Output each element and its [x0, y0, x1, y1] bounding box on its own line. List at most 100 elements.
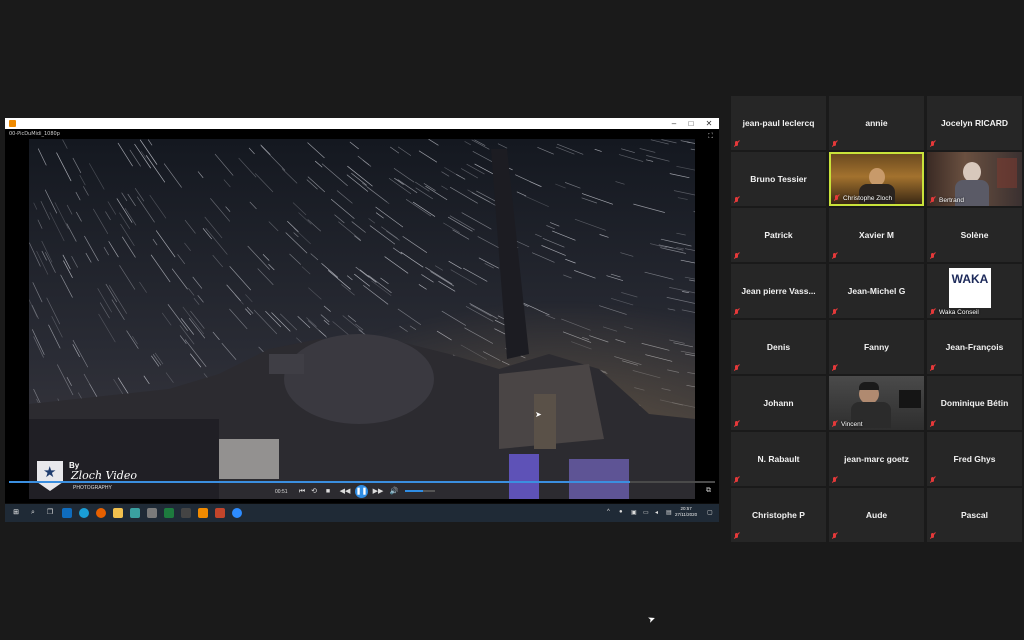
notifications-icon[interactable]: ▢ — [707, 509, 713, 516]
participant-name: Aude — [865, 510, 888, 520]
muted-mic-icon — [734, 309, 740, 315]
app-icon[interactable] — [181, 508, 191, 518]
participant-tile[interactable]: Dominique Bétin — [927, 376, 1022, 430]
participant-tile[interactable]: Xavier M — [829, 208, 924, 262]
app-icon[interactable] — [130, 508, 140, 518]
star-glyph: ★ — [43, 464, 57, 481]
participant-name: Christophe Zloch — [843, 195, 893, 202]
participant-tile[interactable]: Solène — [927, 208, 1022, 262]
participant-gallery: jean-paul leclercq annie Jocelyn RICARD Bru… — [731, 96, 1022, 544]
firefox-icon[interactable] — [96, 508, 106, 518]
microphone-tray-icon[interactable]: ● — [619, 509, 623, 515]
participant-tile[interactable]: annie — [829, 96, 924, 150]
participant-tile[interactable]: Vincent — [829, 376, 924, 430]
participant-tile[interactable]: jean-paul leclercq — [731, 96, 826, 150]
participant-tile[interactable]: N. Rabault — [731, 432, 826, 486]
excel-icon[interactable] — [164, 508, 174, 518]
shuffle-button[interactable]: ⟲ — [309, 487, 319, 496]
seek-bar[interactable] — [9, 481, 715, 483]
participant-tile[interactable]: Fred Ghys — [927, 432, 1022, 486]
participant-tile[interactable]: Fanny — [829, 320, 924, 374]
participant-name: Fanny — [863, 342, 890, 352]
next-button[interactable]: ▶▶ — [371, 487, 385, 496]
zoom-icon[interactable] — [232, 508, 242, 518]
close-button[interactable]: ✕ — [702, 118, 716, 129]
participant-tile[interactable]: Jocelyn RICARD — [927, 96, 1022, 150]
muted-mic-icon — [832, 309, 838, 315]
volume-level — [405, 490, 423, 492]
video-frame[interactable]: ★ By Zloch Video PHOTOGRAPHY ➤ — [29, 139, 695, 499]
volume-tray-icon[interactable]: ◂ — [655, 509, 658, 516]
participant-tile[interactable]: Patrick — [731, 208, 826, 262]
maximize-button[interactable]: □ — [684, 118, 698, 129]
muted-mic-icon — [834, 195, 840, 201]
muted-mic-icon — [832, 253, 838, 259]
participant-name: Dominique Bétin — [940, 398, 1009, 408]
app-icon[interactable] — [147, 508, 157, 518]
muted-mic-icon — [734, 477, 740, 483]
app-icon[interactable] — [215, 508, 225, 518]
participant-tile[interactable]: Jean-Michel G — [829, 264, 924, 318]
stop-button[interactable]: ■ — [323, 487, 333, 496]
pause-button[interactable]: ❚❚ — [355, 485, 368, 498]
participant-tile[interactable]: Bertrand — [927, 152, 1022, 206]
extended-settings-icon[interactable]: ⧉ — [706, 487, 711, 495]
participant-tile[interactable]: Aude — [829, 488, 924, 542]
muted-mic-icon — [734, 365, 740, 371]
participant-name: annie — [865, 118, 888, 128]
participant-name: Vincent — [841, 421, 863, 428]
participant-tile[interactable]: Bruno Tessier — [731, 152, 826, 206]
muted-mic-icon — [734, 253, 740, 259]
tray-app-icon[interactable]: ▣ — [631, 509, 637, 516]
zoom-meeting-window: – □ ✕ 00-PicDuMidi_1080p ⛶ ★ By Zloch Vi… — [0, 0, 1024, 640]
previous-button[interactable]: ◀◀ — [338, 487, 352, 496]
participant-tile[interactable]: Christophe P — [731, 488, 826, 542]
edge-icon[interactable] — [79, 508, 89, 518]
tray-chevron-icon[interactable]: ^ — [607, 509, 610, 515]
vlc-icon[interactable] — [198, 508, 208, 518]
muted-mic-icon — [832, 365, 838, 371]
start-icon[interactable]: ⊞ — [11, 508, 21, 518]
participant-name: Waka Conseil — [939, 309, 979, 316]
participant-tile[interactable]: Christophe Zloch — [829, 152, 924, 206]
muted-mic-icon — [930, 477, 936, 483]
participant-tile[interactable]: Pascal — [927, 488, 1022, 542]
participant-name: Xavier M — [859, 230, 894, 240]
minimize-button[interactable]: – — [667, 118, 681, 129]
participant-tile[interactable]: Johann — [731, 376, 826, 430]
volume-icon[interactable]: 🔊 — [389, 487, 399, 496]
participant-name: N. Rabault — [757, 454, 800, 464]
participant-name: jean-marc goetz — [844, 454, 909, 464]
participant-tile[interactable]: Jean-François — [927, 320, 1022, 374]
participant-tile[interactable]: WAKA Waka Conseil — [927, 264, 1022, 318]
volume-slider[interactable] — [405, 490, 435, 492]
waka-logo: WAKA — [949, 268, 991, 308]
outlook-icon[interactable] — [62, 508, 72, 518]
taskbar-clock[interactable]: 20:57 27/11/2020 — [675, 506, 697, 518]
participant-name: Pascal — [961, 510, 988, 520]
participant-name: Solène — [960, 230, 989, 240]
participant-name: Jean-François — [945, 342, 1004, 352]
participant-name: Bertrand — [939, 197, 964, 204]
seek-progress — [9, 481, 631, 483]
participant-name: Fred Ghys — [953, 454, 996, 464]
participant-tile[interactable]: Denis — [731, 320, 826, 374]
network-icon[interactable]: ▭ — [643, 509, 649, 516]
loop-button[interactable]: ⏮ — [297, 487, 307, 496]
participant-name: Jean pierre Vass... — [741, 286, 816, 296]
participant-tile[interactable]: jean-marc goetz — [829, 432, 924, 486]
video-player[interactable]: 00-PicDuMidi_1080p ⛶ ★ By Zloch Video PH… — [5, 129, 719, 503]
fullscreen-icon[interactable]: ⛶ — [708, 133, 713, 141]
participant-tile[interactable]: Jean pierre Vass... — [731, 264, 826, 318]
muted-mic-icon — [832, 421, 838, 427]
vlc-title-bar: – □ ✕ — [5, 118, 719, 129]
muted-mic-icon — [734, 421, 740, 427]
task-view-icon[interactable]: ❐ — [45, 508, 55, 518]
search-icon[interactable]: ⌕ — [28, 508, 38, 518]
muted-mic-icon — [832, 477, 838, 483]
shared-screen[interactable]: – □ ✕ 00-PicDuMidi_1080p ⛶ ★ By Zloch Vi… — [5, 118, 719, 522]
muted-mic-icon — [930, 141, 936, 147]
keyboard-icon[interactable]: ▤ — [666, 509, 672, 516]
file-explorer-icon[interactable] — [113, 508, 123, 518]
participant-name: Johann — [763, 398, 794, 408]
